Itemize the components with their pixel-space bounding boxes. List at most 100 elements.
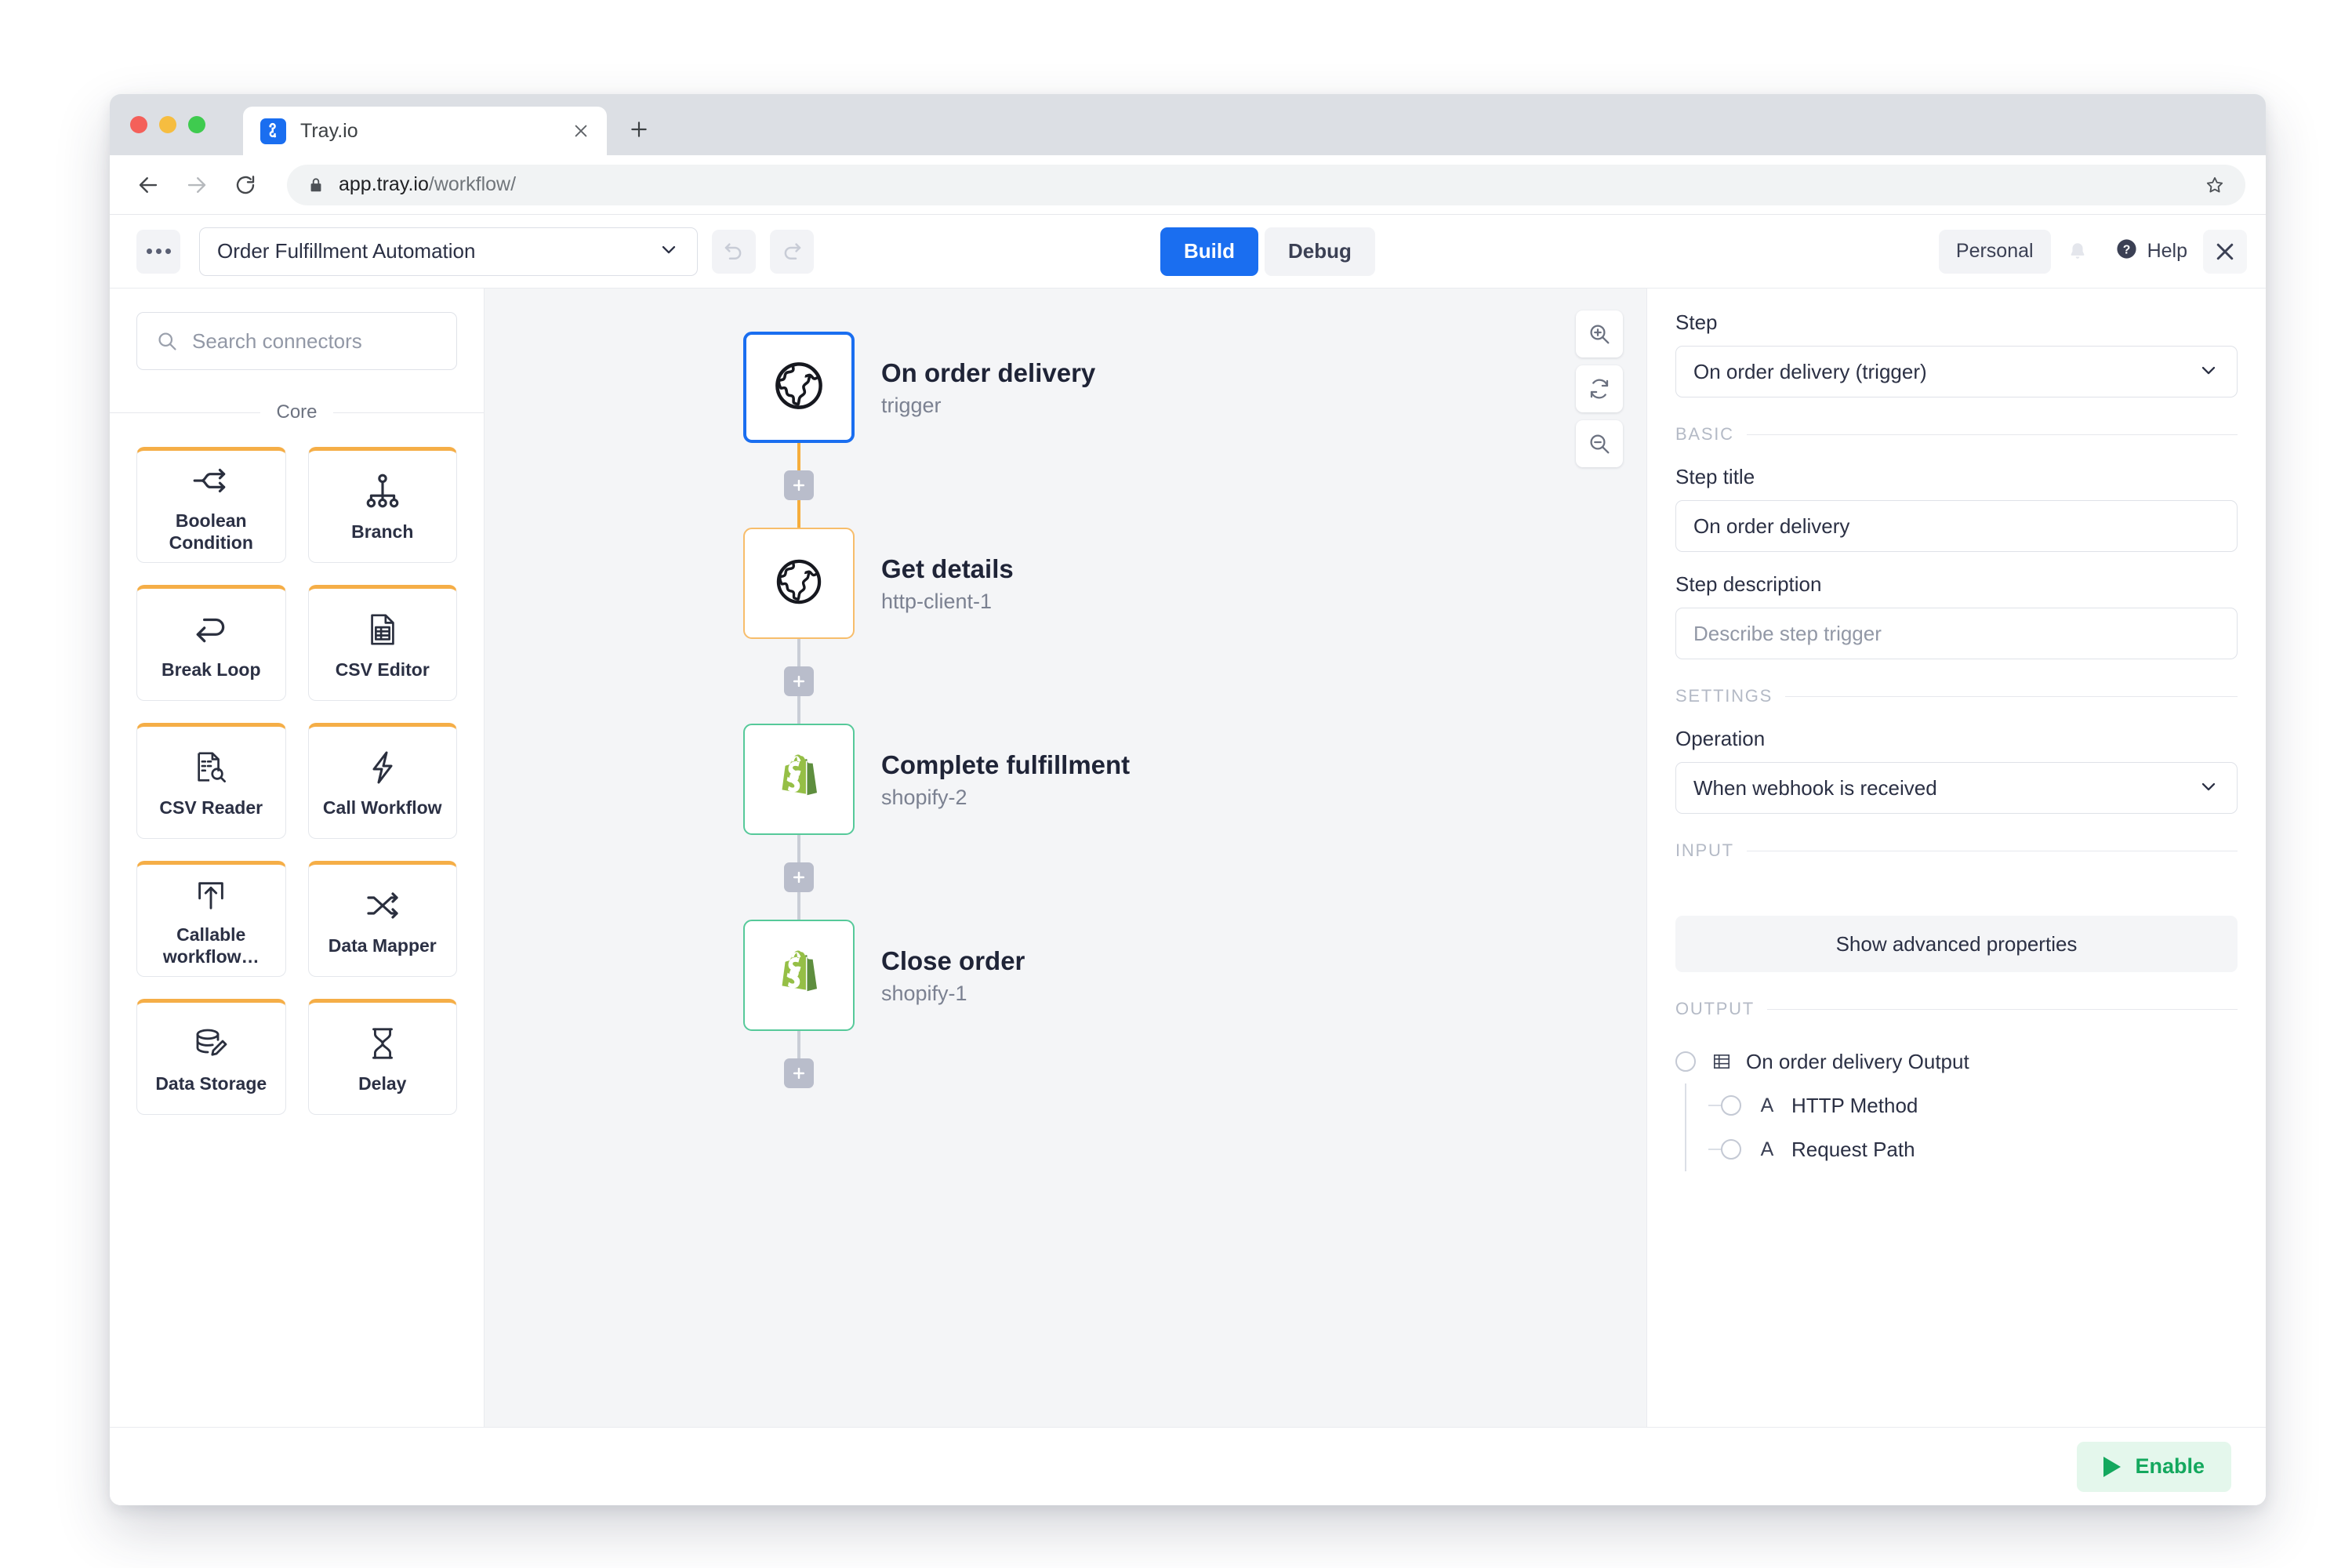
show-advanced-properties-button[interactable]: Show advanced properties bbox=[1675, 916, 2238, 972]
workflow-toolbar: Order Fulfillment Automation Build Debug bbox=[110, 215, 2266, 289]
operation-select[interactable]: When webhook is received bbox=[1675, 762, 2238, 814]
search-input[interactable]: Search connectors bbox=[136, 312, 457, 370]
step-description-input[interactable]: Describe step trigger bbox=[1675, 608, 2238, 659]
new-tab-icon[interactable] bbox=[624, 114, 654, 144]
globe-icon bbox=[771, 358, 827, 418]
connector-card-boolean-condition[interactable]: Boolean Condition bbox=[136, 447, 286, 563]
browser-tab-strip: Tray.io bbox=[110, 94, 2266, 155]
divider-line-right bbox=[333, 412, 484, 413]
workflow-node-trigger[interactable]: On order delivery trigger bbox=[743, 332, 1339, 443]
browser-url-bar: app.tray.io/workflow/ bbox=[110, 155, 2266, 215]
back-arrow-icon[interactable] bbox=[130, 167, 166, 203]
shopify-icon bbox=[770, 945, 828, 1007]
chevron-down-icon bbox=[2198, 775, 2220, 801]
workflow-name-label: Order Fulfillment Automation bbox=[217, 239, 658, 263]
output-tree: On order delivery Output A HTTP Method A bbox=[1675, 1040, 2238, 1171]
connector-card-data-storage[interactable]: Data Storage bbox=[136, 999, 286, 1115]
node-connector-2 bbox=[743, 639, 855, 724]
workflow-node-complete-fulfillment[interactable]: Complete fulfillment shopify-2 bbox=[743, 724, 1339, 835]
connector-line bbox=[797, 500, 800, 528]
tray-favicon-icon bbox=[260, 118, 286, 144]
node-title: On order delivery bbox=[881, 357, 1095, 389]
workflow-canvas[interactable]: On order delivery trigger bbox=[485, 289, 1646, 1427]
connector-label: CSV Reader bbox=[159, 797, 263, 819]
close-editor-button[interactable] bbox=[2203, 230, 2247, 274]
zoom-out-icon[interactable] bbox=[1576, 420, 1623, 467]
output-tree-root[interactable]: On order delivery Output bbox=[1675, 1040, 2238, 1083]
browser-tab-title: Tray.io bbox=[300, 120, 358, 143]
connector-card-csv-editor[interactable]: CSV Editor bbox=[308, 585, 458, 701]
step-title-label: Step title bbox=[1675, 465, 2238, 489]
csv-editor-icon bbox=[365, 608, 401, 652]
connector-card-break-loop[interactable]: Break Loop bbox=[136, 585, 286, 701]
connector-label: CSV Editor bbox=[336, 659, 430, 681]
enable-button-label: Enable bbox=[2135, 1454, 2205, 1479]
reload-icon[interactable] bbox=[227, 167, 263, 203]
connector-line bbox=[797, 1031, 800, 1058]
lock-icon bbox=[307, 176, 325, 194]
connector-card-data-mapper[interactable]: Data Mapper bbox=[308, 861, 458, 977]
add-step-button[interactable] bbox=[784, 470, 814, 500]
step-title-input[interactable]: On order delivery bbox=[1675, 500, 2238, 552]
zoom-in-icon[interactable] bbox=[1576, 310, 1623, 358]
address-bar[interactable]: app.tray.io/workflow/ bbox=[287, 165, 2245, 205]
output-node-handle[interactable] bbox=[1721, 1139, 1741, 1160]
minimize-window-button[interactable] bbox=[159, 116, 176, 133]
output-node-label: On order delivery Output bbox=[1746, 1050, 1969, 1074]
connector-card-csv-reader[interactable]: CSV Reader bbox=[136, 723, 286, 839]
node-icon-box[interactable] bbox=[743, 528, 855, 639]
connector-line bbox=[797, 892, 800, 920]
workflow-menu-button[interactable] bbox=[136, 230, 180, 274]
workflow-name-select[interactable]: Order Fulfillment Automation bbox=[199, 227, 698, 276]
step-properties-panel: Step On order delivery (trigger) BASIC S… bbox=[1646, 289, 2266, 1427]
node-text-group: On order delivery trigger bbox=[881, 357, 1095, 418]
node-icon-box[interactable] bbox=[743, 724, 855, 835]
workflow-body: Search connectors Core bbox=[110, 289, 2266, 1427]
close-window-button[interactable] bbox=[130, 116, 147, 133]
step-select-value: On order delivery (trigger) bbox=[1693, 360, 2198, 384]
star-icon[interactable] bbox=[2205, 175, 2225, 195]
browser-tab[interactable]: Tray.io bbox=[243, 107, 607, 155]
node-icon-box[interactable] bbox=[743, 332, 855, 443]
maximize-window-button[interactable] bbox=[188, 116, 205, 133]
connector-card-branch[interactable]: Branch bbox=[308, 447, 458, 563]
step-select[interactable]: On order delivery (trigger) bbox=[1675, 346, 2238, 397]
notifications-bell-icon[interactable] bbox=[2056, 230, 2100, 274]
connector-label: Data Storage bbox=[155, 1073, 267, 1095]
enable-button[interactable]: Enable bbox=[2077, 1442, 2231, 1492]
connector-line bbox=[797, 443, 800, 470]
canvas-zoom-controls bbox=[1576, 310, 1623, 467]
workflow-node-get-details[interactable]: Get details http-client-1 bbox=[743, 528, 1339, 639]
connector-line bbox=[797, 639, 800, 666]
fit-view-icon[interactable] bbox=[1576, 365, 1623, 412]
operation-select-value: When webhook is received bbox=[1693, 776, 2198, 800]
tab-debug[interactable]: Debug bbox=[1265, 227, 1375, 276]
forward-arrow-icon[interactable] bbox=[179, 167, 215, 203]
help-button[interactable]: ? Help bbox=[2104, 230, 2198, 274]
workflow-node-close-order[interactable]: Close order shopify-1 bbox=[743, 920, 1339, 1031]
add-step-button[interactable] bbox=[784, 666, 814, 696]
close-tab-icon[interactable] bbox=[569, 119, 593, 143]
workspace-badge[interactable]: Personal bbox=[1939, 230, 2051, 274]
connector-card-callable-workflow[interactable]: Callable workflow… bbox=[136, 861, 286, 977]
redo-button[interactable] bbox=[770, 230, 814, 274]
output-tree-children: A HTTP Method A Request Path bbox=[1675, 1083, 2238, 1171]
output-tree-item[interactable]: A HTTP Method bbox=[1699, 1083, 2238, 1127]
help-circle-icon: ? bbox=[2115, 238, 2138, 266]
connector-card-delay[interactable]: Delay bbox=[308, 999, 458, 1115]
browser-window: Tray.io app. bbox=[110, 94, 2266, 1505]
tab-build[interactable]: Build bbox=[1160, 227, 1258, 276]
add-step-button[interactable] bbox=[784, 1058, 814, 1088]
output-tree-item[interactable]: A Request Path bbox=[1699, 1127, 2238, 1171]
connector-card-call-workflow[interactable]: Call Workflow bbox=[308, 723, 458, 839]
table-icon bbox=[1710, 1051, 1733, 1072]
add-step-button[interactable] bbox=[784, 862, 814, 892]
output-node-handle[interactable] bbox=[1721, 1095, 1741, 1116]
connector-label: Break Loop bbox=[162, 659, 261, 681]
step-field-label: Step bbox=[1675, 310, 2238, 335]
node-icon-box[interactable] bbox=[743, 920, 855, 1031]
undo-button[interactable] bbox=[712, 230, 756, 274]
operation-label: Operation bbox=[1675, 727, 2238, 751]
output-node-handle[interactable] bbox=[1675, 1051, 1696, 1072]
node-title: Get details bbox=[881, 553, 1014, 585]
